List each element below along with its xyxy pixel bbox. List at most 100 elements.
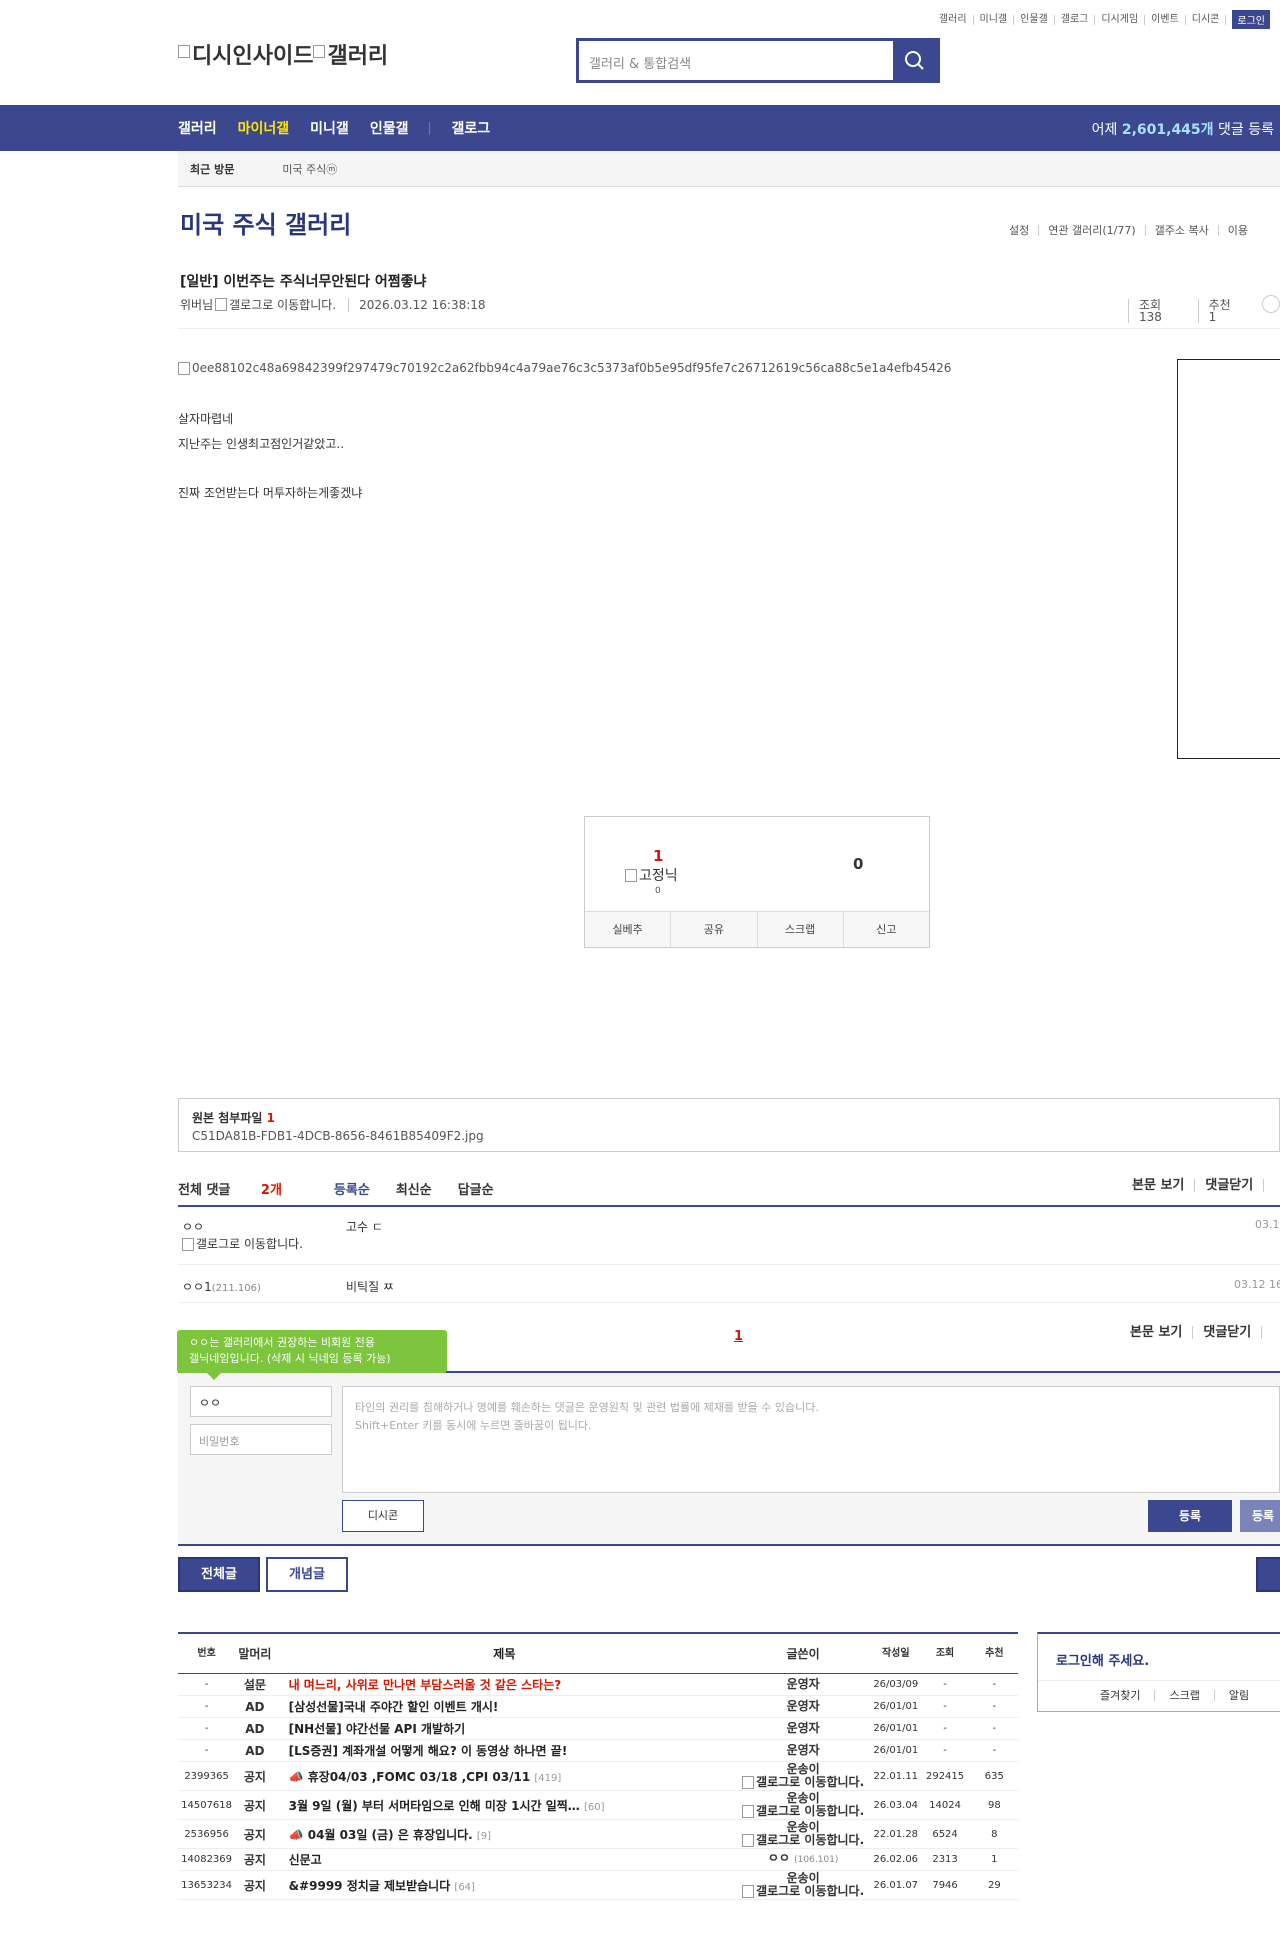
gallery-title[interactable]: 미국 주식 갤러리 — [180, 205, 351, 240]
table-row[interactable]: - AD [LS증권] 계좌개설 어떻게 해요? 이 동영상 하나면 끝! 운영자 2… — [178, 1740, 1018, 1762]
writer-nick[interactable]: 운송이 — [787, 1762, 820, 1776]
notification-link[interactable]: 알림 — [1213, 1690, 1263, 1701]
sort-registered[interactable]: 등록순 — [334, 1179, 370, 1198]
comment-textarea[interactable]: 타인의 권리를 침해하거나 명예를 훼손하는 댓글은 운영원칙 및 관련 법률에… — [342, 1386, 1280, 1493]
row-title-text[interactable]: 내 며느리, 사위로 만나면 부담스러울 것 같은 스타는? — [289, 1678, 562, 1692]
search-button[interactable] — [893, 41, 937, 80]
table-row[interactable]: - 설문 내 며느리, 사위로 만나면 부담스러울 것 같은 스타는? 운영자 26/… — [178, 1674, 1018, 1696]
table-row[interactable]: 13653234 공지 &#9999 정치글 제보받습니다 [64] 운송이 갤로그로 … — [178, 1871, 1018, 1900]
ad-box[interactable] — [1177, 359, 1280, 759]
gallery-option-copy-url[interactable]: 갤주소 복사 — [1144, 225, 1218, 236]
gallog-link[interactable]: 갤로그로 이동합니다. — [756, 1775, 864, 1789]
row-title[interactable]: 📣 휴장04/03 ,FOMC 03/18 ,CPI 03/11 [419] — [275, 1768, 735, 1785]
gnb-person-gallery[interactable]: 인물갤 — [370, 118, 409, 138]
row-title-text[interactable]: 3월 9일 (월) 부터 서머타임으로 인해 미장 1시간 일찍… — [289, 1799, 580, 1813]
row-comment-count[interactable]: [60] — [584, 1802, 605, 1813]
writer-nick[interactable]: ㅇㅇ — [768, 1851, 790, 1865]
gallog-link[interactable]: 갤로그로 이동합니다. — [756, 1804, 864, 1818]
gallog-link[interactable]: 갤로그로 이동합니다. — [756, 1833, 864, 1847]
recent-visit-item[interactable]: 미국 주식ⓜ — [282, 161, 337, 177]
gnb-mini-gallery[interactable]: 미니갤 — [310, 118, 349, 138]
sort-latest[interactable]: 최신순 — [396, 1179, 432, 1198]
close-comments-button[interactable]: 댓글닫기 — [1192, 1326, 1261, 1339]
view-body-button[interactable]: 본문 보기 — [1120, 1326, 1192, 1339]
sort-replies[interactable]: 답글순 — [458, 1179, 494, 1198]
table-row[interactable]: - AD [NH선물] 야간선물 API 개발하기 운영자 26/01/01 - - — [178, 1718, 1018, 1740]
attachment-file[interactable]: C51DA81B-FDB1-4DCB-8656-8461B85409F2.jpg — [192, 1129, 1266, 1143]
row-comment-count[interactable]: [419] — [534, 1773, 561, 1784]
writer-nick[interactable]: 운영자 — [787, 1699, 820, 1713]
post-image[interactable]: 0ee88102c48a69842399f297479c70192c2a62fb… — [178, 361, 951, 375]
table-row[interactable]: - AD [삼성선물]국내 주야간 할인 이벤트 개시! 운영자 26/01/01 - - — [178, 1696, 1018, 1718]
search-input[interactable]: 갤러리 & 통합검색 — [579, 41, 893, 80]
util-link-gallog[interactable]: 갤로그 — [1055, 14, 1096, 25]
row-title-text[interactable]: 📣 04월 03일 (금) 은 휴장입니다. — [289, 1828, 473, 1842]
util-link-minigal[interactable]: 미니갤 — [974, 14, 1015, 25]
tab-all-posts[interactable]: 전체글 — [178, 1557, 260, 1592]
table-row[interactable]: 2536956 공지 📣 04월 03일 (금) 은 휴장입니다. [9] 운송이 갤로… — [178, 1820, 1018, 1849]
gnb-gallery[interactable]: 갤러리 — [178, 118, 217, 138]
report-button[interactable]: 신고 — [842, 912, 929, 947]
util-link-event[interactable]: 이벤트 — [1145, 14, 1186, 25]
table-row[interactable]: 14082369 공지 신문고 ㅇㅇ (106.101) 26.02.06 2313 1 — [178, 1849, 1018, 1871]
scrap-button[interactable]: 스크랩 — [756, 912, 843, 947]
recommend-down-count[interactable]: 0 — [853, 855, 863, 873]
comment-page-1[interactable]: 1 — [734, 1329, 743, 1344]
writer-nick[interactable]: 운송이 — [787, 1820, 820, 1834]
row-title-text[interactable]: &#9999 정치글 제보받습니다 — [289, 1879, 451, 1893]
row-title[interactable]: [삼성선물]국내 주야간 할인 이벤트 개시! — [275, 1698, 735, 1715]
row-title[interactable]: 📣 04월 03일 (금) 은 휴장입니다. [9] — [275, 1826, 735, 1843]
favorites-link[interactable]: 즐겨찾기 — [1086, 1690, 1154, 1701]
recommend-up-count[interactable]: 1 — [653, 847, 663, 865]
gallog-link[interactable]: 갤로그로 이동합니다. — [756, 1884, 864, 1898]
submit-button[interactable]: 등록 — [1148, 1500, 1232, 1532]
row-title[interactable]: 내 며느리, 사위로 만나면 부담스러울 것 같은 스타는? — [275, 1676, 735, 1693]
login-prompt[interactable]: 로그인해 주세요. — [1056, 1650, 1149, 1669]
refresh-comments-button[interactable] — [1261, 1326, 1280, 1339]
row-title[interactable]: [NH선물] 야간선물 API 개발하기 — [275, 1720, 735, 1737]
nick-input[interactable]: ㅇㅇ — [190, 1386, 332, 1417]
writer-nick[interactable]: 운영자 — [787, 1677, 820, 1691]
util-link-gallery[interactable]: 갤러리 — [933, 14, 974, 25]
writer-nick[interactable]: 운송이 — [787, 1871, 820, 1885]
row-title[interactable]: 3월 9일 (월) 부터 서머타임으로 인해 미장 1시간 일찍… [60] — [275, 1797, 735, 1814]
tab-best-posts[interactable]: 개념글 — [266, 1557, 348, 1592]
site-logo[interactable]: 디시인사이드 갤러리 — [178, 38, 388, 70]
row-title-text[interactable]: 📣 휴장04/03 ,FOMC 03/18 ,CPI 03/11 — [289, 1770, 531, 1784]
password-input[interactable]: 비밀번호 — [190, 1424, 332, 1455]
row-title[interactable]: 신문고 — [275, 1851, 735, 1868]
refresh-comments-button[interactable] — [1263, 1179, 1280, 1192]
row-title-text[interactable]: [LS증권] 계좌개설 어떻게 해요? 이 동영상 하나면 끝! — [289, 1744, 568, 1758]
writer-nick[interactable]: 운영자 — [787, 1721, 820, 1735]
row-title-text[interactable]: 신문고 — [289, 1853, 322, 1867]
close-comments-button[interactable]: 댓글닫기 — [1194, 1179, 1263, 1192]
gnb-minor-gallery[interactable]: 마이너갤 — [238, 118, 290, 138]
writer-nick[interactable]: 운송이 — [787, 1791, 820, 1805]
comment-nick[interactable]: ㅇㅇ1(211.106) — [182, 1278, 261, 1295]
comment-nick[interactable]: ㅇㅇ 갤로그로 이동합니다. — [182, 1218, 303, 1252]
table-row[interactable]: 2399365 공지 📣 휴장04/03 ,FOMC 03/18 ,CPI 03/1… — [178, 1762, 1018, 1791]
dccon-button[interactable]: 디시콘 — [342, 1500, 424, 1532]
circle-icon[interactable] — [1262, 295, 1280, 313]
row-title[interactable]: &#9999 정치글 제보받습니다 [64] — [275, 1877, 735, 1894]
real-best-button[interactable]: 실베추 — [585, 912, 670, 947]
scrap-link[interactable]: 스크랩 — [1154, 1690, 1213, 1701]
gallery-option-settings[interactable]: 설정 — [1000, 225, 1038, 236]
table-row[interactable]: 14507618 공지 3월 9일 (월) 부터 서머타임으로 인해 미장 1시간 … — [178, 1791, 1018, 1820]
util-link-dcgame[interactable]: 디시게임 — [1095, 14, 1146, 25]
post-writer[interactable]: 위버님 — [180, 296, 213, 313]
gallog-link[interactable]: 갤로그로 이동합니다. — [196, 1237, 303, 1251]
row-title-text[interactable]: [NH선물] 야간선물 API 개발하기 — [289, 1722, 466, 1736]
login-button[interactable]: 로그인 — [1232, 10, 1270, 29]
row-comment-count[interactable]: [64] — [454, 1882, 475, 1893]
submit-button-alt[interactable]: 등록 — [1240, 1500, 1280, 1532]
gallery-option-usage[interactable]: 이용 — [1217, 225, 1257, 236]
gallery-option-related[interactable]: 연관 갤러리(1/77) — [1038, 225, 1144, 236]
gnb-gallog[interactable]: 갤로그 — [451, 118, 490, 138]
write-button[interactable] — [1256, 1557, 1280, 1592]
util-link-persongal[interactable]: 인물갤 — [1014, 14, 1055, 25]
row-title-text[interactable]: [삼성선물]국내 주야간 할인 이벤트 개시! — [289, 1700, 499, 1714]
writer-nick[interactable]: 운영자 — [787, 1743, 820, 1757]
view-body-button[interactable]: 본문 보기 — [1122, 1179, 1194, 1192]
row-title[interactable]: [LS증권] 계좌개설 어떻게 해요? 이 동영상 하나면 끝! — [275, 1742, 735, 1759]
